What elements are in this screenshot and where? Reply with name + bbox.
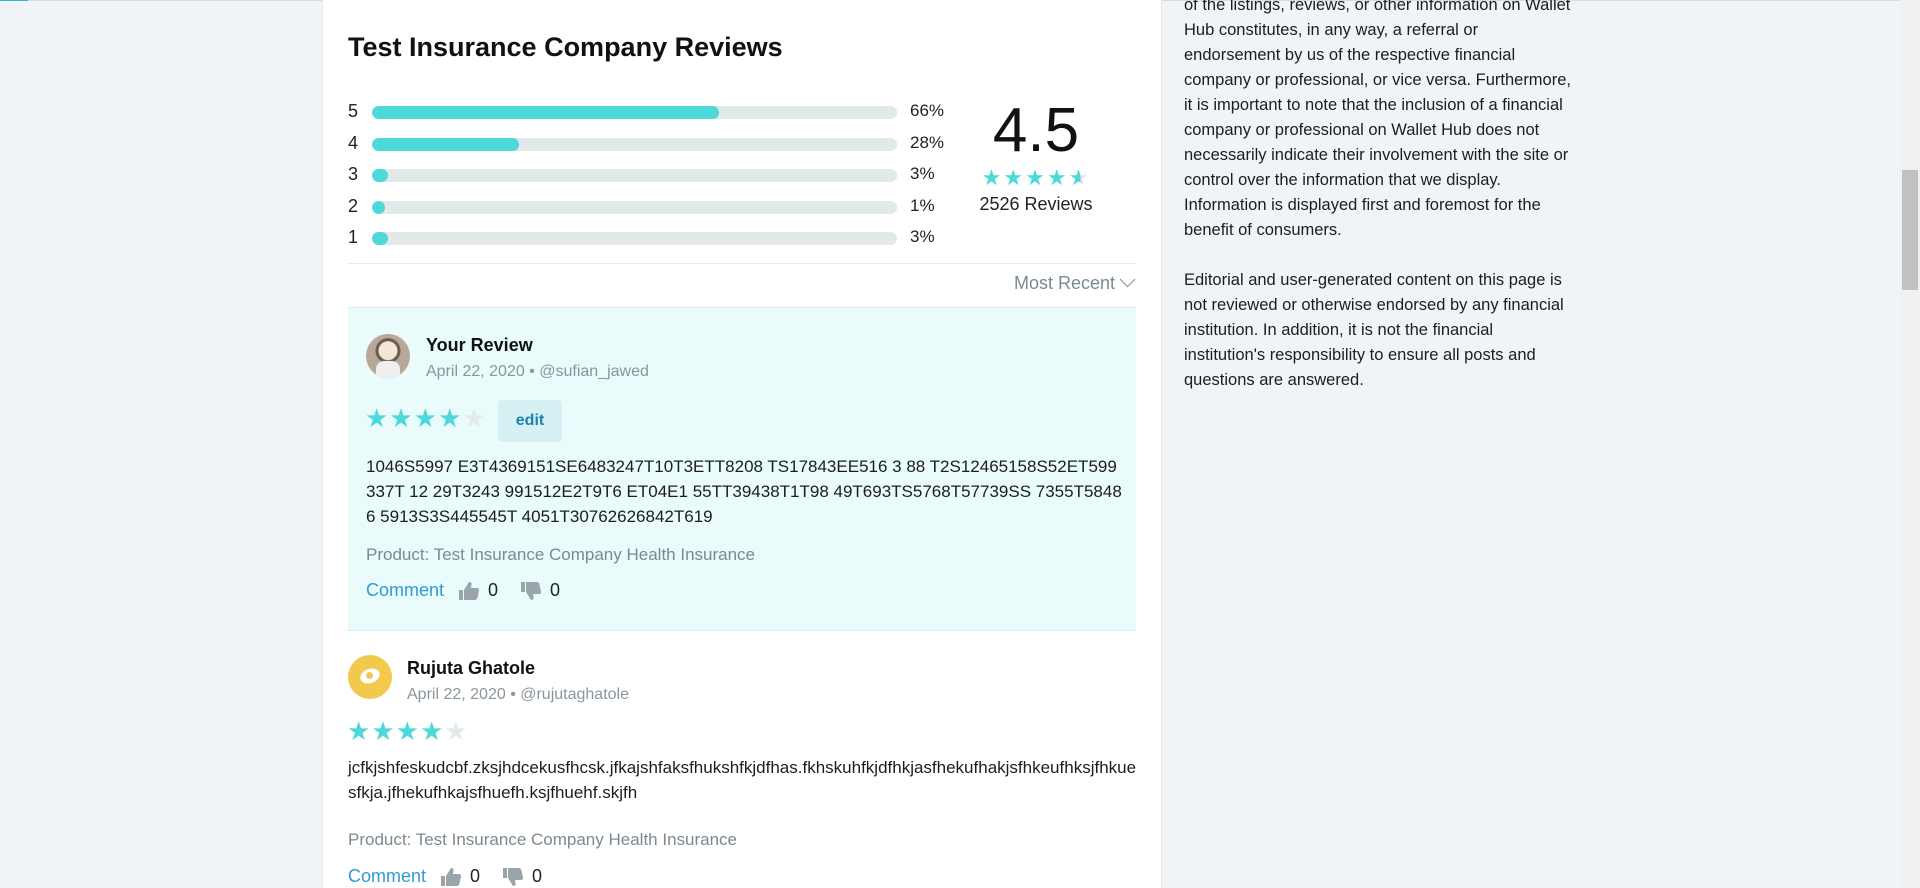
rating-bar-fill	[372, 232, 388, 246]
star-icon: ★	[395, 716, 420, 746]
rating-bar-percent: 3%	[910, 227, 935, 247]
review-meta: April 22, 2020 • @sufian_jawed	[426, 363, 649, 381]
review-product: Product: Test Insurance Company Health I…	[348, 830, 738, 849]
score-stars: ★★★★★	[956, 166, 1116, 190]
top-accent	[0, 0, 28, 1]
rating-bar-row[interactable]: 1 3%	[348, 226, 948, 258]
thumbs-up-icon[interactable]	[458, 581, 480, 601]
avatar-shirt	[376, 361, 400, 378]
star-icon: ★	[1046, 165, 1069, 190]
rating-bar-percent: 66%	[910, 101, 945, 120]
star-icon: ★	[347, 716, 372, 746]
divider	[348, 263, 1136, 264]
avatar[interactable]	[366, 334, 410, 378]
rating-bar-percent: 3%	[910, 164, 935, 184]
rating-bar-track	[372, 137, 897, 151]
rating-bar-row[interactable]: 3 3%	[348, 163, 948, 195]
review-body: jcfkjshfeskudcbf.zksjhdcekusfhcsk.jfkajs…	[348, 758, 1137, 802]
star-icon: ★	[365, 403, 390, 433]
reviewer-name: Your Review	[426, 335, 533, 355]
rating-bar-row[interactable]: 4 28%	[348, 132, 948, 164]
rating-distribution: 5 66% 4 28% 3 3% 2 1% 1 3%	[348, 100, 948, 258]
rating-bar-track	[372, 106, 897, 119]
reviews-card: Test Insurance Company Reviews 5 66% 4 2…	[322, 0, 1162, 888]
sort-dropdown[interactable]: Most Recent	[1013, 271, 1136, 294]
comment-link[interactable]: Comment	[366, 580, 444, 601]
dislike-count: 0	[532, 866, 543, 886]
thumbs-up-icon[interactable]	[440, 867, 462, 887]
star-icon: ★	[389, 403, 414, 433]
like-count: 0	[470, 866, 481, 886]
score-value: 4.5	[992, 96, 1080, 165]
avatar[interactable]	[348, 655, 392, 699]
star-empty-icon: ★	[444, 716, 469, 746]
rating-bar-fill	[372, 137, 519, 151]
page-scrollbar[interactable]	[1900, 0, 1920, 888]
star-empty-icon: ★	[462, 403, 487, 433]
rating-bar-row[interactable]: 5 66%	[348, 100, 948, 132]
rating-bar-track	[372, 232, 897, 246]
disclaimer-paragraph: of the listings, reviews, or other infor…	[1184, 0, 1571, 239]
rating-bar-track	[372, 200, 897, 214]
comment-link[interactable]: Comment	[348, 866, 426, 887]
rating-bar-stars: 1	[348, 227, 359, 248]
review-stars: ★★★★★	[365, 403, 487, 434]
review-body: 1046S5997 E3T4369151SE6483247T10T3ETT820…	[366, 457, 1122, 526]
star-icon: ★	[981, 165, 1004, 190]
rating-bar-row[interactable]: 2 1%	[348, 195, 948, 227]
dislike-count: 0	[550, 580, 561, 600]
review-product: Product: Test Insurance Company Health I…	[366, 545, 756, 564]
rating-bar-stars: 3	[348, 164, 359, 185]
rating-bar-fill	[372, 200, 385, 214]
star-icon: ★	[371, 716, 396, 746]
star-icon: ★	[413, 403, 438, 433]
rating-bar-stars: 5	[348, 101, 359, 121]
review-actions: Comment 0 0	[366, 580, 582, 601]
star-icon: ★	[419, 716, 445, 746]
scrollbar-thumb[interactable]	[1902, 170, 1918, 290]
review-actions: Comment 0 0	[348, 866, 564, 887]
chevron-down-icon	[1119, 271, 1136, 288]
edit-button[interactable]: edit	[498, 400, 562, 442]
review-handle[interactable]: • @rujutaghatole	[510, 686, 629, 703]
thumbs-down-icon[interactable]	[502, 867, 524, 887]
disclaimer-paragraph: Editorial and user-generated content on …	[1184, 271, 1564, 389]
rating-bar-stars: 2	[348, 195, 359, 216]
rating-bar-percent: 1%	[910, 195, 935, 215]
review-stars: ★★★★★	[347, 716, 469, 747]
review-date: April 22, 2020	[426, 363, 525, 380]
review-meta: April 22, 2020 • @rujutaghatole	[407, 686, 629, 704]
star-icon: ★	[437, 403, 463, 433]
review-date: April 22, 2020	[407, 686, 506, 703]
star-icon: ★	[1003, 165, 1026, 190]
thumbs-down-icon[interactable]	[520, 581, 542, 601]
rating-bar-fill	[372, 169, 388, 183]
review-handle[interactable]: • @sufian_jawed	[529, 363, 649, 380]
like-count: 0	[488, 580, 499, 600]
review-count: 2526 Reviews	[979, 194, 1093, 214]
rating-bar-percent: 28%	[910, 132, 945, 152]
reviewer-name[interactable]: Rujuta Ghatole	[407, 658, 535, 679]
your-review-card: Your Review April 22, 2020 • @sufian_jaw…	[348, 307, 1136, 631]
half-star-icon: ★	[1068, 165, 1091, 190]
rating-bar-fill	[372, 106, 719, 119]
rating-bar-track	[372, 169, 897, 183]
rating-bar-stars: 4	[348, 132, 359, 153]
avatar-dot	[366, 672, 373, 679]
overall-score: 4.5 ★★★★★ 2526 Reviews	[956, 96, 1116, 215]
star-icon: ★	[1025, 165, 1047, 190]
disclaimer-sidebar: of the listings, reviews, or other infor…	[1184, 0, 1576, 418]
sort-label: Most Recent	[1013, 273, 1115, 293]
page-title: Test Insurance Company Reviews	[348, 32, 783, 62]
